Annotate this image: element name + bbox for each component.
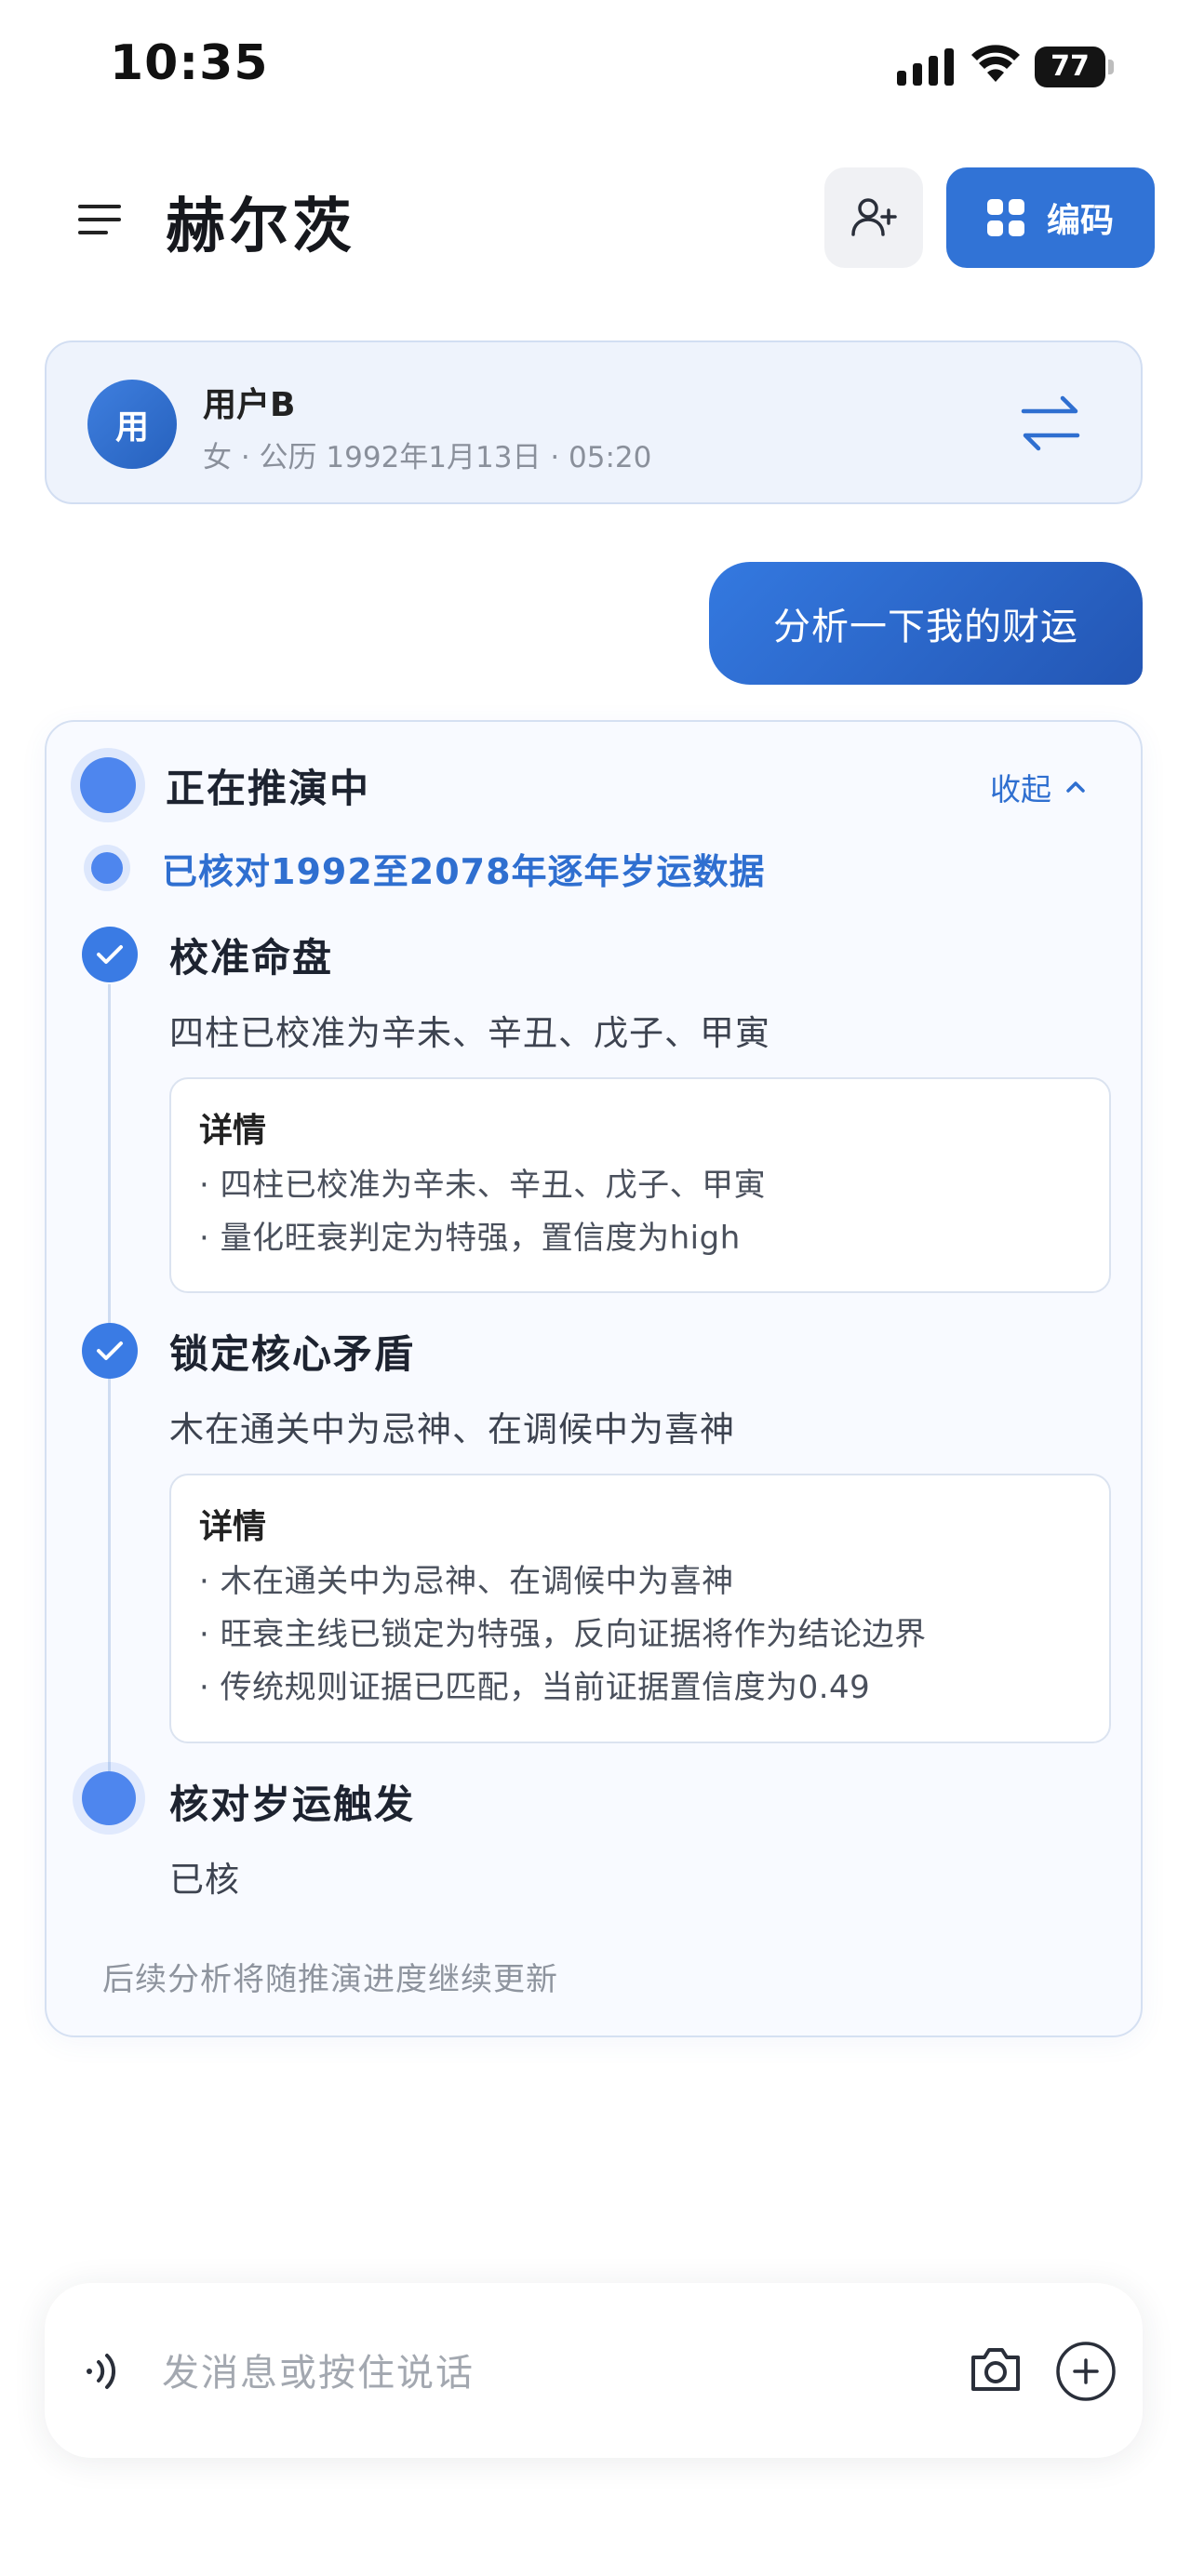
- message-input-bar[interactable]: 发消息或按住说话: [45, 2283, 1143, 2458]
- collapse-label: 收起: [990, 771, 1051, 808]
- collapse-button[interactable]: 收起: [990, 765, 1087, 809]
- step-detail-box: 详情 · 木在通关中为忌神、在调候中为喜神 · 旺衰主线已锁定为特强，反向证据将…: [169, 1474, 1111, 1743]
- add-user-button[interactable]: [824, 167, 923, 268]
- add-user-icon: [851, 198, 897, 236]
- code-button-label: 编码: [1046, 202, 1114, 240]
- voice-icon[interactable]: [78, 2348, 125, 2395]
- swap-icon[interactable]: [1020, 394, 1081, 452]
- step-active-dot: [82, 1771, 136, 1825]
- battery-level: 77: [1050, 50, 1090, 83]
- detail-line: · 木在通关中为忌神、在调候中为喜神: [199, 1563, 734, 1600]
- cellular-signal-icon: [897, 48, 954, 86]
- check-icon: [97, 1341, 123, 1360]
- step-detail-box: 详情 · 四柱已校准为辛未、辛丑、戊子、甲寅 · 量化旺衰判定为特强，置信度为h…: [169, 1077, 1111, 1293]
- step-title: 核对岁运触发: [169, 1782, 416, 1827]
- step-summary: 木在通关中为忌神、在调候中为喜神: [169, 1409, 735, 1449]
- detail-line: · 量化旺衰判定为特强，置信度为high: [199, 1220, 741, 1257]
- reasoning-status: 已核对1992至2078年逐年岁运数据: [162, 851, 766, 892]
- detail-line: · 传统规则证据已匹配，当前证据置信度为0.49: [199, 1669, 871, 1706]
- reasoning-footer: 后续分析将随推演进度继续更新: [102, 1961, 558, 1998]
- profile-info: 女 · 公历 1992年1月13日 · 05:20: [203, 441, 652, 474]
- battery-icon: 77: [1035, 47, 1114, 87]
- reasoning-title: 正在推演中: [166, 766, 371, 811]
- step-done-check: [82, 1323, 138, 1379]
- step-done-check: [82, 927, 138, 982]
- plus-icon[interactable]: [1055, 2341, 1117, 2402]
- wifi-icon: [971, 45, 1020, 82]
- code-button[interactable]: 编码: [946, 167, 1155, 268]
- profile-card[interactable]: 用 用户B 女 · 公历 1992年1月13日 · 05:20: [45, 340, 1143, 504]
- timeline-line: [108, 984, 111, 1801]
- step-summary: 已核: [169, 1860, 240, 1900]
- detail-title: 详情: [199, 1508, 267, 1546]
- grid-icon: [986, 199, 1024, 236]
- message-input[interactable]: 发消息或按住说话: [162, 2342, 475, 2396]
- detail-line: · 四柱已校准为辛未、辛丑、戊子、甲寅: [199, 1167, 767, 1204]
- status-indicator: [91, 852, 123, 884]
- chevron-up-icon: [1066, 781, 1085, 793]
- step-summary: 四柱已校准为辛未、辛丑、戊子、甲寅: [169, 1013, 770, 1053]
- camera-icon[interactable]: [968, 2344, 1024, 2395]
- detail-title: 详情: [199, 1112, 267, 1150]
- step-title: 锁定核心矛盾: [169, 1331, 416, 1377]
- check-icon: [97, 945, 123, 964]
- detail-line: · 旺衰主线已锁定为特强，反向证据将作为结论边界: [199, 1616, 927, 1653]
- avatar: 用: [87, 380, 177, 469]
- step-title: 校准命盘: [169, 935, 334, 981]
- progress-indicator: [80, 757, 136, 813]
- page-title: 赫尔茨: [166, 193, 355, 261]
- menu-icon[interactable]: [78, 203, 121, 236]
- status-time: 10:35: [110, 35, 269, 91]
- profile-name: 用户B: [203, 386, 296, 424]
- user-message-bubble: 分析一下我的财运: [709, 562, 1143, 685]
